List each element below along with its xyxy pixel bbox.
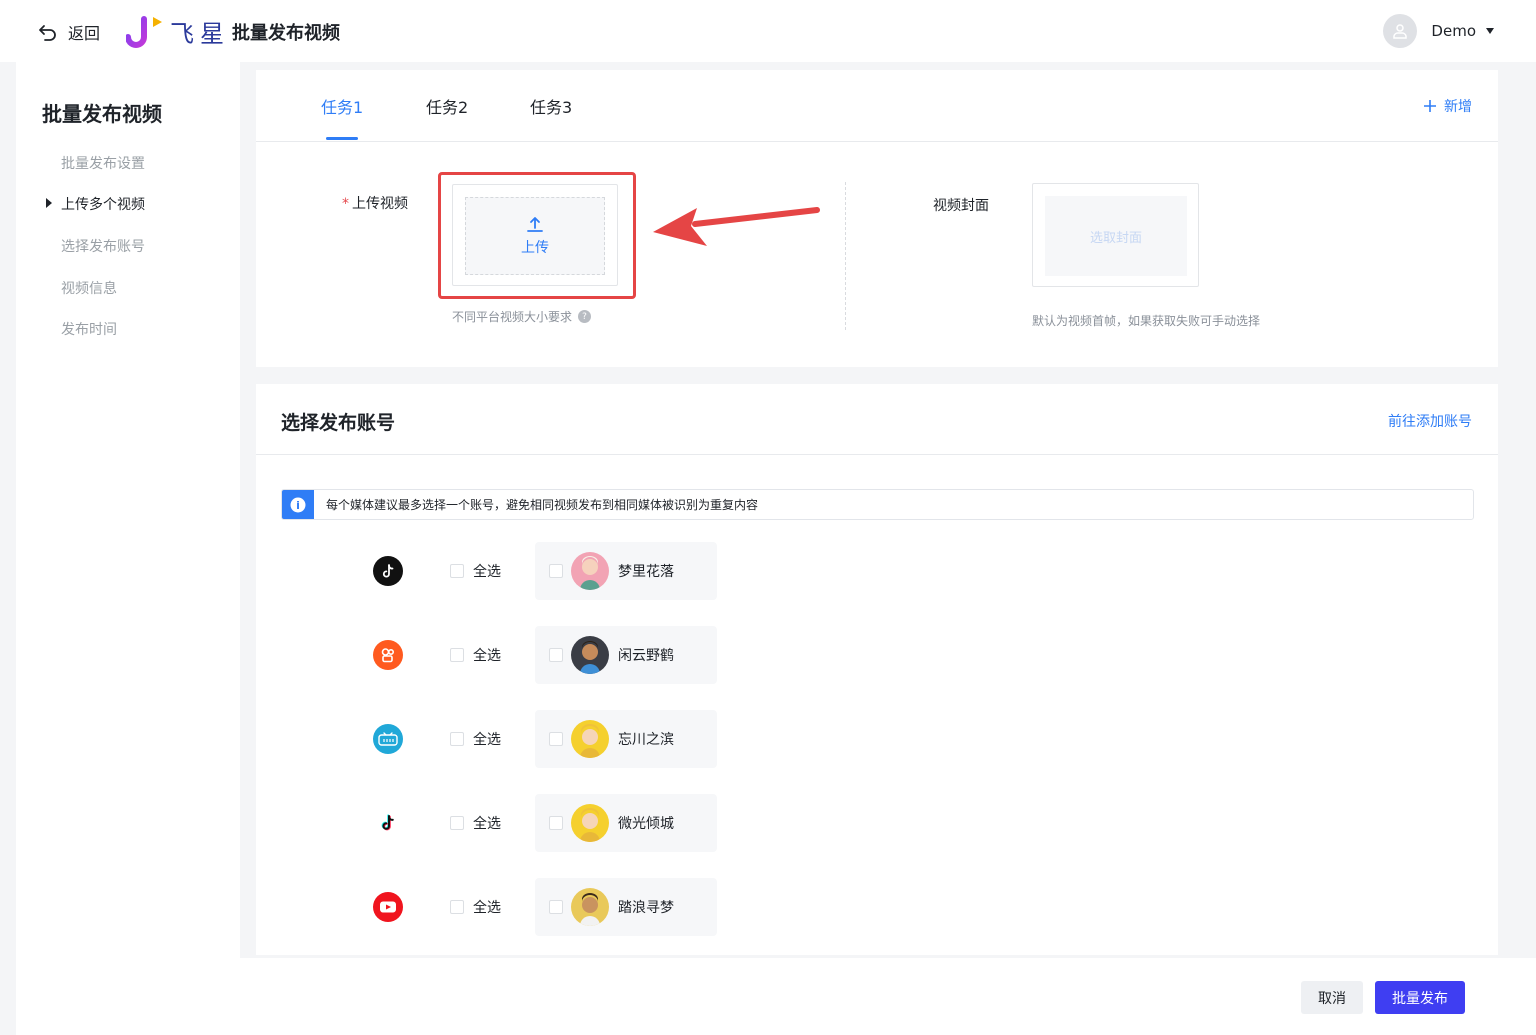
select-all-label[interactable]: 全选 bbox=[473, 813, 501, 833]
notice-banner: i 每个媒体建议最多选择一个账号，避免相同视频发布到相同媒体被识别为重复内容 bbox=[281, 489, 1474, 520]
user-icon bbox=[1393, 24, 1408, 39]
info-icon: i bbox=[290, 497, 306, 512]
upload-button-label: 上传 bbox=[521, 240, 549, 256]
account-name: 微光倾城 bbox=[618, 816, 674, 832]
cover-picker[interactable]: 选取封面 bbox=[1032, 183, 1199, 287]
cancel-button[interactable]: 取消 bbox=[1301, 981, 1363, 1014]
logo-text: 飞星 bbox=[170, 20, 230, 48]
upload-video-label: * 上传视频 bbox=[342, 193, 408, 213]
user-menu[interactable]: Demo bbox=[1383, 14, 1494, 48]
plus-icon bbox=[1424, 100, 1436, 112]
account-name: 踏浪寻梦 bbox=[618, 900, 674, 916]
tab-task-1[interactable]: 任务1 bbox=[321, 94, 363, 118]
notice-icon-box: i bbox=[282, 490, 314, 519]
account-checkbox[interactable] bbox=[549, 648, 563, 662]
back-label: 返回 bbox=[68, 24, 101, 43]
back-button[interactable]: 返回 bbox=[38, 20, 100, 44]
notice-text: 每个媒体建议最多选择一个账号，避免相同视频发布到相同媒体被识别为重复内容 bbox=[326, 498, 759, 512]
bilibili-icon bbox=[373, 724, 403, 754]
sidebar-item-video-info[interactable]: 视频信息 bbox=[61, 278, 117, 298]
video-cover-label: 视频封面 bbox=[933, 198, 989, 214]
add-task-label: 新增 bbox=[1444, 99, 1472, 115]
account-card[interactable]: 忘川之滨 bbox=[535, 710, 717, 768]
select-all-checkbox[interactable] bbox=[450, 564, 464, 578]
account-card[interactable]: 微光倾城 bbox=[535, 794, 717, 852]
account-checkbox[interactable] bbox=[549, 816, 563, 830]
top-bar: 返回 飞星 批量发布视频 Demo bbox=[0, 0, 1536, 62]
back-arrow-icon bbox=[39, 25, 56, 41]
account-checkbox[interactable] bbox=[549, 732, 563, 746]
account-card[interactable]: 梦里花落 bbox=[535, 542, 717, 600]
account-row: 全选 梦里花落 bbox=[256, 541, 1498, 601]
account-checkbox[interactable] bbox=[549, 564, 563, 578]
upload-icon bbox=[527, 217, 543, 232]
select-all-checkbox[interactable] bbox=[450, 816, 464, 830]
add-task-button[interactable]: 新增 bbox=[1424, 96, 1472, 116]
account-row: 全选 微光倾城 bbox=[256, 793, 1498, 853]
help-icon[interactable]: ? bbox=[578, 310, 592, 323]
account-row: 全选 忘川之滨 bbox=[256, 709, 1498, 769]
select-all-label[interactable]: 全选 bbox=[473, 645, 501, 665]
select-all-label[interactable]: 全选 bbox=[473, 561, 501, 581]
caret-right-icon bbox=[46, 198, 52, 208]
account-row: 全选 踏浪寻梦 bbox=[256, 877, 1498, 937]
account-row: 全选 闲云野鹤 bbox=[256, 625, 1498, 685]
select-all-checkbox[interactable] bbox=[450, 648, 464, 662]
account-avatar bbox=[571, 804, 609, 842]
tiktok-icon bbox=[373, 808, 403, 838]
kuaishou-icon bbox=[373, 640, 403, 670]
account-avatar bbox=[571, 888, 609, 926]
sidebar-item-select-accounts[interactable]: 选择发布账号 bbox=[61, 236, 145, 256]
sidebar-item-upload-videos[interactable]: 上传多个视频 bbox=[61, 194, 145, 214]
account-name: 闲云野鹤 bbox=[618, 648, 674, 664]
user-avatar bbox=[1383, 14, 1418, 48]
account-card[interactable]: 踏浪寻梦 bbox=[535, 878, 717, 936]
accounts-header: 选择发布账号 前往添加账号 bbox=[256, 384, 1498, 455]
account-name: 梦里花落 bbox=[618, 564, 674, 580]
accounts-card: 选择发布账号 前往添加账号 i 每个媒体建议最多选择一个账号，避免相同视频发布到… bbox=[256, 384, 1498, 955]
upload-card: 任务1 任务2 任务3 新增 * 上传视频 上传 不同平台视频大小要求 ? 视频… bbox=[256, 70, 1498, 367]
app-title: 批量发布视频 bbox=[232, 22, 340, 44]
account-avatar bbox=[571, 720, 609, 758]
accounts-title: 选择发布账号 bbox=[281, 412, 396, 434]
account-avatar bbox=[571, 552, 609, 590]
select-all-label[interactable]: 全选 bbox=[473, 729, 501, 749]
tab-task-3[interactable]: 任务3 bbox=[530, 94, 572, 118]
task-tabs: 任务1 任务2 任务3 新增 bbox=[256, 70, 1498, 142]
active-tab-indicator bbox=[326, 137, 358, 140]
cover-hint: 默认为视频首帧，如果获取失败可手动选择 bbox=[1032, 314, 1261, 328]
batch-publish-button[interactable]: 批量发布 bbox=[1375, 981, 1465, 1014]
tab-task-2[interactable]: 任务2 bbox=[426, 94, 468, 118]
logo-mark-icon bbox=[126, 15, 162, 48]
svg-text:i: i bbox=[296, 499, 300, 512]
select-all-checkbox[interactable] bbox=[450, 732, 464, 746]
youtube-icon bbox=[373, 892, 403, 922]
upload-hint-text: 不同平台视频大小要求 bbox=[452, 310, 573, 324]
divider bbox=[845, 182, 846, 330]
select-all-checkbox[interactable] bbox=[450, 900, 464, 914]
select-all-label[interactable]: 全选 bbox=[473, 897, 501, 917]
sidebar-item-publish-time[interactable]: 发布时间 bbox=[61, 319, 117, 339]
account-checkbox[interactable] bbox=[549, 900, 563, 914]
upload-hint: 不同平台视频大小要求 ? bbox=[452, 308, 592, 325]
sidebar-item-batch-settings[interactable]: 批量发布设置 bbox=[61, 153, 145, 173]
douyin-icon bbox=[373, 556, 403, 586]
sidebar: 批量发布视频 批量发布设置 上传多个视频 选择发布账号 视频信息 发布时间 bbox=[16, 62, 240, 1035]
account-card[interactable]: 闲云野鹤 bbox=[535, 626, 717, 684]
user-name: Demo bbox=[1431, 22, 1476, 40]
add-account-link[interactable]: 前往添加账号 bbox=[1388, 411, 1472, 431]
account-name: 忘川之滨 bbox=[618, 732, 674, 748]
account-avatar bbox=[571, 636, 609, 674]
select-cover-button[interactable]: 选取封面 bbox=[1045, 196, 1187, 276]
sidebar-title: 批量发布视频 bbox=[42, 102, 162, 126]
footer-bar: 取消 批量发布 bbox=[240, 958, 1536, 1035]
upload-video-label-text: 上传视频 bbox=[352, 196, 408, 212]
caret-down-icon bbox=[1486, 28, 1494, 34]
annotation-arrow-icon bbox=[653, 207, 820, 246]
app-logo: 飞星 批量发布视频 bbox=[126, 14, 340, 49]
upload-button[interactable]: 上传 bbox=[465, 197, 605, 275]
upload-dropzone[interactable]: 上传 bbox=[452, 184, 618, 286]
required-mark: * bbox=[342, 196, 349, 212]
